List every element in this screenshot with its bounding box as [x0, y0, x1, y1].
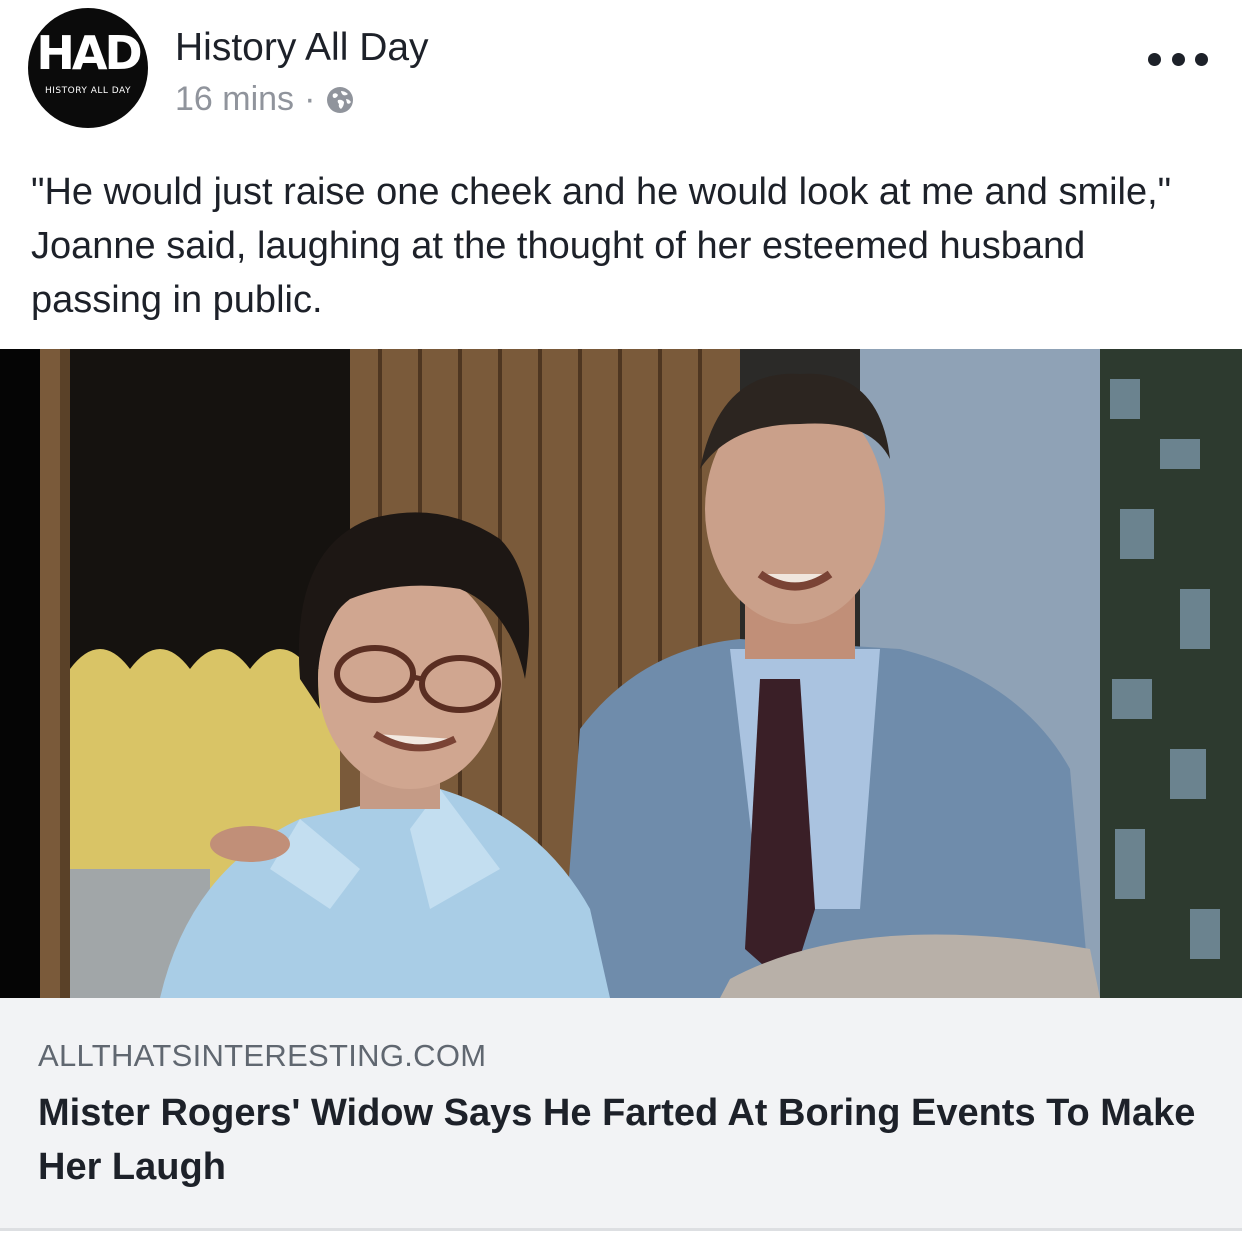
avatar-logo-subtext: HISTORY ALL DAY: [44, 86, 132, 96]
ellipsis-icon: [1171, 52, 1185, 66]
link-preview[interactable]: ALLTHATSINTERESTING.COM Mister Rogers' W…: [0, 998, 1242, 1231]
facebook-post: HAD HISTORY ALL DAY History All Day 16 m…: [0, 0, 1242, 1250]
post-photo[interactable]: [0, 349, 1242, 998]
meta-separator: ·: [304, 80, 316, 118]
link-domain: ALLTHATSINTERESTING.COM: [38, 1038, 487, 1073]
avatar-logo-text: HAD: [36, 26, 142, 80]
page-avatar[interactable]: HAD HISTORY ALL DAY: [28, 8, 148, 128]
post-meta: 16 mins ·: [175, 80, 355, 119]
ellipsis-icon: [1195, 52, 1208, 66]
globe-icon[interactable]: [325, 85, 355, 115]
link-title[interactable]: Mister Rogers' Widow Says He Farted At B…: [38, 1086, 1208, 1194]
page-name-link[interactable]: History All Day: [175, 26, 429, 70]
more-options-button[interactable]: [1148, 44, 1208, 74]
post-timestamp[interactable]: 16 mins: [175, 80, 294, 119]
ellipsis-icon: [1148, 52, 1161, 66]
post-caption: "He would just raise one cheek and he wo…: [31, 171, 1172, 321]
